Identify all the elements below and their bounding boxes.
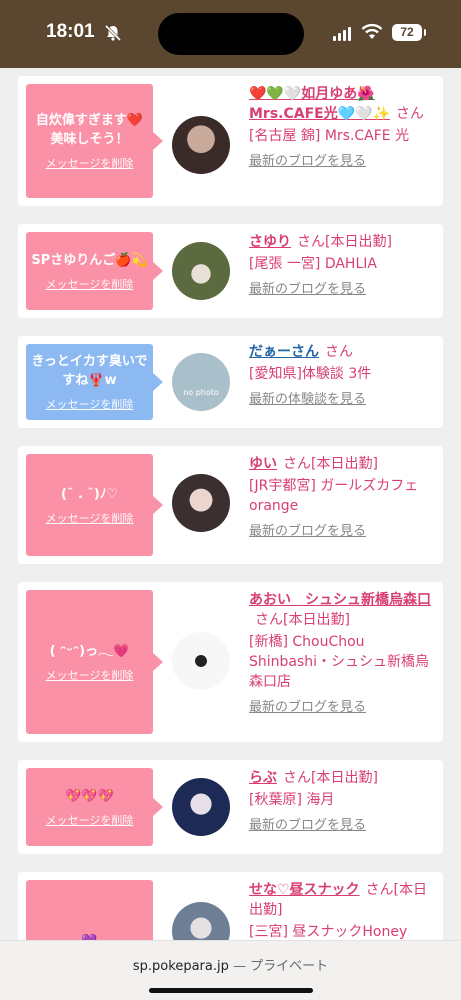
girl-name-link[interactable]: ゆい: [249, 456, 277, 472]
shop-info: [三宮] 昼スナックHoney: [249, 924, 408, 940]
name-suffix: さん[本日出勤]: [283, 456, 378, 472]
message-text: SPさゆりんご🍎💫: [31, 252, 148, 268]
review-info: [愛知県]体験談 3件: [249, 366, 372, 382]
delete-message-link[interactable]: メッセージを削除: [46, 510, 134, 526]
message-card: SPさゆりんご🍎💫 メッセージを削除 さゆり さん[本日出勤] [尾張 一宮] D…: [18, 224, 443, 318]
shop-info: [JR宇都宮] ガールズカフェorange: [249, 478, 419, 514]
url-domain: sp.pokepara.jp: [132, 959, 229, 974]
status-time: 18:01: [46, 21, 95, 42]
message-card: (˘ . ˘)ﾉ♡ メッセージを削除 ゆい さん[本日出勤] [JR宇都宮] ガー…: [18, 446, 443, 564]
girl-name-link[interactable]: あおい シュシュ新橋烏森口: [249, 592, 431, 608]
message-text: 自炊偉すぎます❤️美味しそう！: [35, 113, 144, 147]
private-label: — プライベート: [228, 959, 329, 974]
message-bubble: (˘ . ˘)ﾉ♡ メッセージを削除: [26, 454, 163, 556]
home-indicator: [149, 988, 313, 993]
delete-message-link[interactable]: メッセージを削除: [46, 155, 134, 171]
message-bubble: 💖💖💖 メッセージを削除: [26, 768, 163, 846]
name-suffix: さん[本日出勤]: [297, 234, 392, 250]
no-photo-label: no photo: [183, 388, 219, 397]
battery-icon: 72: [392, 24, 426, 41]
wifi-icon: [361, 23, 383, 45]
dynamic-island: [158, 13, 304, 55]
latest-review-link[interactable]: 最新の体験談を見る: [249, 390, 435, 410]
delete-message-link[interactable]: メッセージを削除: [46, 812, 134, 828]
status-bar: 18:01 72: [0, 0, 461, 68]
message-text: ( ᵔᵕᵔ)っ𓂃💗: [49, 643, 130, 659]
message-card: 自炊偉すぎます❤️美味しそう！ メッセージを削除 ❤️💚🤍如月ゆあ🌺Mrs.CA…: [18, 76, 443, 206]
bell-muted-icon: [104, 24, 122, 46]
name-suffix: さん[本日出勤]: [255, 612, 350, 628]
no-photo-avatar[interactable]: no photo: [172, 353, 230, 411]
shop-info: [新橋] ChouChou Shinbashi・シュシュ新橋烏森口店: [249, 634, 430, 690]
message-bubble: 自炊偉すぎます❤️美味しそう！ メッセージを削除: [26, 84, 163, 198]
latest-blog-link[interactable]: 最新のブログを見る: [249, 152, 435, 172]
message-text: (˘ . ˘)ﾉ♡: [60, 486, 119, 502]
message-card: 💖💖💖 メッセージを削除 らぶ さん[本日出勤] [秋葉原] 海月 最新のブログを…: [18, 760, 443, 854]
message-card: ( ᵔᵕᵔ)っ𓂃💗 メッセージを削除 あおい シュシュ新橋烏森口さん[本日出勤]…: [18, 582, 443, 742]
latest-blog-link[interactable]: 最新のブログを見る: [249, 280, 435, 300]
avatar[interactable]: [172, 116, 230, 174]
avatar[interactable]: [172, 474, 230, 532]
latest-blog-link[interactable]: 最新のブログを見る: [249, 816, 435, 836]
message-text: きっとイカす臭いですね🦞w: [31, 354, 148, 388]
browser-address-bar[interactable]: sp.pokepara.jp — プライベート: [0, 940, 461, 1000]
girl-name-link[interactable]: さゆり: [249, 234, 291, 250]
message-bubble: ( ᵔᵕᵔ)っ𓂃💗 メッセージを削除: [26, 590, 163, 734]
reviewer-name-link[interactable]: だぁーさん: [249, 344, 319, 360]
avatar[interactable]: [172, 632, 230, 690]
message-bubble: SPさゆりんご🍎💫 メッセージを削除: [26, 232, 163, 310]
message-bubble: きっとイカす臭いですね🦞w メッセージを削除: [26, 344, 163, 420]
cellular-signal-icon: [333, 25, 351, 41]
avatar[interactable]: [172, 778, 230, 836]
latest-blog-link[interactable]: 最新のブログを見る: [249, 522, 435, 542]
girl-name-link[interactable]: らぶ: [249, 770, 277, 786]
message-text: 💖💖💖: [65, 788, 114, 804]
name-suffix: さん: [325, 344, 353, 360]
shop-info: [名古屋 錦] Mrs.CAFE 光: [249, 128, 410, 144]
name-suffix: さん: [396, 106, 425, 122]
avatar[interactable]: [172, 242, 230, 300]
delete-message-link[interactable]: メッセージを削除: [46, 396, 134, 412]
shop-info: [尾張 一宮] DAHLIA: [249, 256, 377, 272]
girl-name-link[interactable]: せな♡昼スナック: [249, 882, 360, 898]
delete-message-link[interactable]: メッセージを削除: [46, 276, 134, 292]
girl-name-link[interactable]: ❤️💚🤍如月ゆあ🌺Mrs.CAFE光🩵🤍✨: [249, 86, 390, 122]
name-suffix: さん[本日出勤]: [283, 770, 378, 786]
delete-message-link[interactable]: メッセージを削除: [46, 667, 134, 683]
latest-blog-link[interactable]: 最新のブログを見る: [249, 698, 435, 718]
shop-info: [秋葉原] 海月: [249, 792, 335, 808]
message-card: きっとイカす臭いですね🦞w メッセージを削除 no photo だぁーさん さん …: [18, 336, 443, 428]
